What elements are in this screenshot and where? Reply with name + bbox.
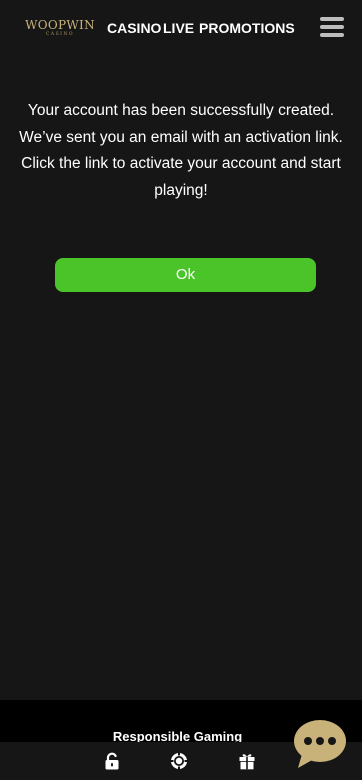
account-created-message: Your account has been successfully creat… xyxy=(19,102,343,199)
gift-icon[interactable] xyxy=(238,752,256,770)
ok-button[interactable]: Ok xyxy=(55,258,316,292)
logo-wordmark: WOOPWIN xyxy=(25,18,95,32)
chat-bubble-icon[interactable] xyxy=(292,718,348,770)
chip-icon[interactable] xyxy=(170,752,188,770)
lock-icon[interactable] xyxy=(103,752,121,770)
top-header: WOOPWIN CASINO CASINO LIVE PROMOTIONS xyxy=(0,0,362,56)
page: WOOPWIN CASINO CASINO LIVE PROMOTIONS Yo… xyxy=(0,0,362,780)
hamburger-icon[interactable] xyxy=(320,16,344,38)
nav-promotions[interactable]: PROMOTIONS xyxy=(199,19,295,37)
logo-subtitle: CASINO xyxy=(45,32,75,37)
nav-live[interactable]: LIVE xyxy=(163,19,194,37)
woopwin-logo[interactable]: WOOPWIN CASINO xyxy=(24,19,96,39)
nav-casino[interactable]: CASINO xyxy=(107,19,161,37)
